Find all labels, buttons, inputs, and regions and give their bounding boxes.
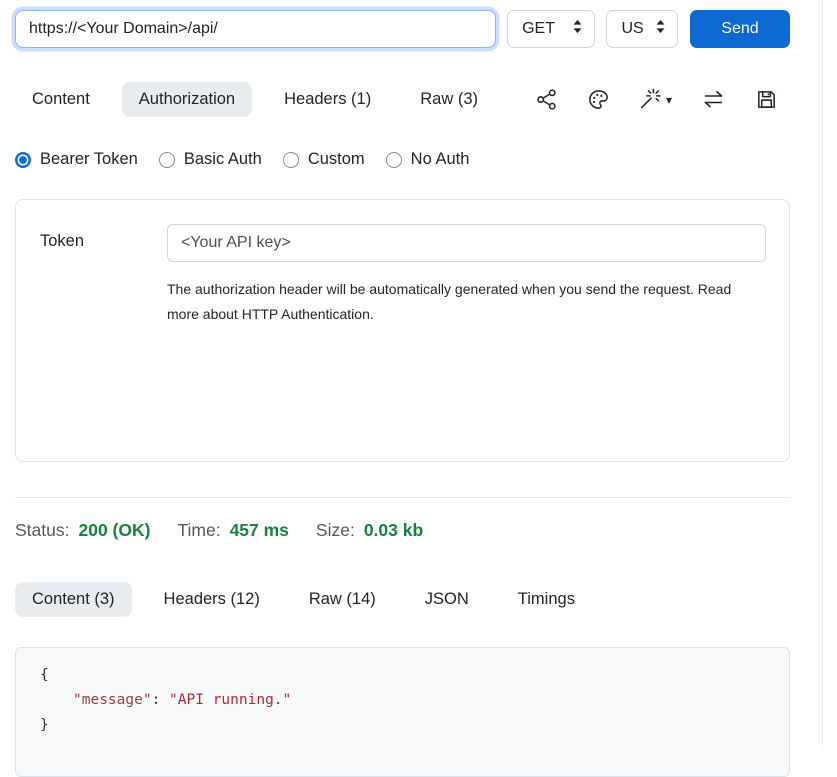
region-select-value: US [621, 20, 643, 38]
size-item: Size: 0.03 kb [316, 520, 423, 541]
tab-headers[interactable]: Headers (1) [267, 82, 388, 117]
code-open-brace: { [40, 667, 49, 683]
auth-option-label: Custom [308, 150, 365, 169]
token-input[interactable] [167, 224, 766, 262]
time-item: Time: 457 ms [177, 520, 288, 541]
auth-option-bearer-token[interactable]: Bearer Token [15, 150, 138, 169]
updown-arrow-icon [571, 19, 584, 39]
auth-options: Bearer Token Basic Auth Custom No Auth [15, 150, 790, 169]
radio-basic-auth[interactable] [159, 152, 175, 168]
resp-tab-content[interactable]: Content (3) [15, 582, 132, 617]
auth-option-label: Basic Auth [184, 150, 262, 169]
palette-icon[interactable] [587, 88, 610, 111]
token-label: Token [40, 224, 167, 461]
code-line: } [40, 713, 765, 738]
auth-option-label: No Auth [411, 150, 470, 169]
caret-down-icon: ▾ [666, 94, 672, 106]
tab-raw[interactable]: Raw (3) [403, 82, 495, 117]
auth-option-no-auth[interactable]: No Auth [386, 150, 470, 169]
resp-tab-json[interactable]: JSON [408, 582, 486, 617]
response-tabs: Content (3) Headers (12) Raw (14) JSON T… [15, 582, 790, 617]
magic-wand-icon[interactable]: ▾ [639, 88, 672, 111]
radio-bearer-token[interactable] [15, 152, 31, 168]
code-close-brace: } [40, 717, 49, 733]
resp-tab-raw[interactable]: Raw (14) [292, 582, 393, 617]
auth-option-label: Bearer Token [40, 150, 138, 169]
auth-option-basic-auth[interactable]: Basic Auth [159, 150, 262, 169]
radio-no-auth[interactable] [386, 152, 402, 168]
time-value: 457 ms [230, 520, 289, 541]
code-line: "message": "API running." [40, 688, 765, 713]
status-value: 200 (OK) [78, 520, 150, 541]
resp-tab-timings[interactable]: Timings [501, 582, 592, 617]
response-status-row: Status: 200 (OK) Time: 457 ms Size: 0.03… [15, 520, 790, 541]
token-help-text: The authorization header will be automat… [167, 277, 766, 327]
method-select-value: GET [522, 20, 555, 38]
save-icon[interactable] [755, 88, 778, 111]
status-item: Status: 200 (OK) [15, 520, 150, 541]
send-button[interactable]: Send [690, 10, 790, 48]
resp-tab-headers[interactable]: Headers (12) [147, 582, 277, 617]
auth-option-custom[interactable]: Custom [283, 150, 365, 169]
size-label: Size: [316, 520, 355, 541]
tab-authorization[interactable]: Authorization [122, 82, 252, 117]
section-divider [15, 497, 790, 498]
request-bar: GET US Send [15, 10, 790, 48]
radio-custom[interactable] [283, 152, 299, 168]
status-label: Status: [15, 520, 69, 541]
request-tabs: Content Authorization Headers (1) Raw (3… [15, 82, 495, 117]
response-body: { "message": "API running." } [15, 647, 790, 777]
swap-arrows-icon[interactable] [701, 88, 726, 111]
page-right-divider [822, 0, 823, 750]
code-key: "message" [73, 692, 152, 708]
code-value: "API running." [169, 692, 291, 708]
time-label: Time: [177, 520, 220, 541]
share-icon[interactable] [535, 88, 558, 111]
updown-arrow-icon [654, 19, 667, 39]
url-input[interactable] [15, 10, 496, 48]
request-toolbar: ▾ [535, 88, 790, 111]
size-value: 0.03 kb [364, 520, 423, 541]
code-line: { [40, 663, 765, 688]
token-panel: Token The authorization header will be a… [15, 199, 790, 462]
token-main: The authorization header will be automat… [167, 224, 766, 461]
method-select[interactable]: GET [507, 10, 595, 48]
code-separator: : [152, 692, 169, 708]
region-select[interactable]: US [606, 10, 678, 48]
api-tester-page: GET US Send Content Authorization Header… [0, 0, 790, 777]
tab-content[interactable]: Content [15, 82, 107, 117]
request-tabs-row: Content Authorization Headers (1) Raw (3… [15, 82, 790, 117]
